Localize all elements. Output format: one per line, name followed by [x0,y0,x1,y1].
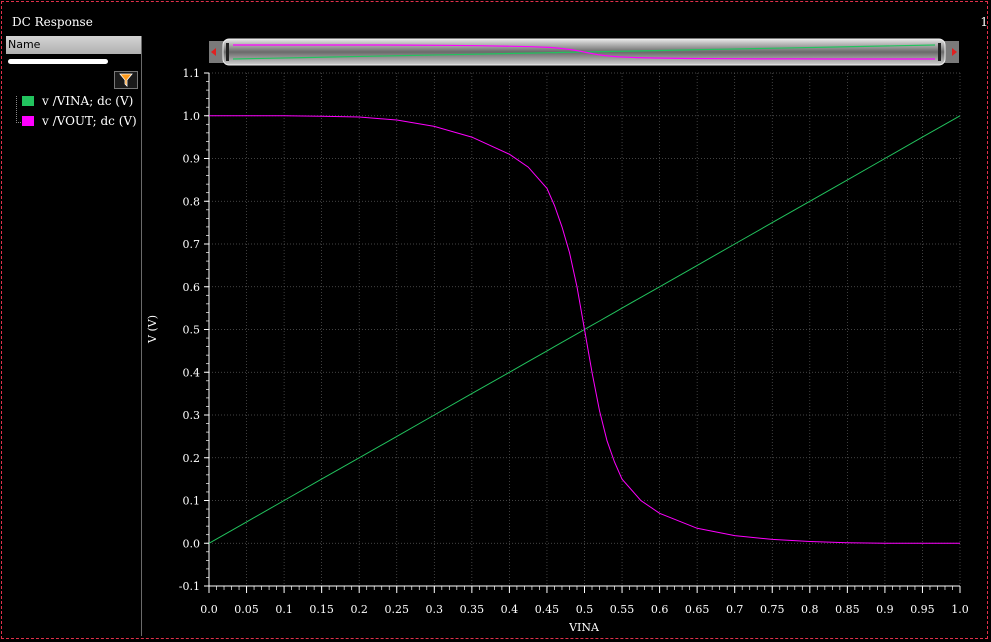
y-tick-label: 1.1 [183,67,201,80]
x-tick-labels: 0.0 0.05 0.1 0.15 0.2 0.25 0.3 0.35 0.4 0.45 0.5 0.… [200,603,969,616]
x-tick-label: 0.9 [876,603,894,616]
x-axis-label: VINA [568,621,600,634]
x-tick-label: 0.45 [535,603,560,616]
x-tick-label: 0.05 [234,603,259,616]
x-tick-label: 0.15 [309,603,334,616]
y-tick-label: -0.1 [179,580,200,593]
y-axis-label: V (V) [146,315,159,344]
x-tick-label: 0.6 [651,603,669,616]
y-tick-label: 0.0 [183,537,201,550]
y-tick-label: 0.7 [183,238,201,251]
x-tick-label: 0.35 [460,603,485,616]
x-tick-label: 0.5 [576,603,594,616]
x-tick-label: 0.7 [726,603,744,616]
x-tick-label: 1.0 [951,603,969,616]
y-tick-label: 0.9 [183,153,201,166]
y-tick-label: 0.4 [183,366,201,379]
y-tick-label: 0.8 [183,195,201,208]
y-tick-label: 0.3 [183,409,201,422]
x-tick-label: 0.85 [835,603,860,616]
axes [204,72,961,593]
y-tick-label: 0.6 [183,281,201,294]
x-tick-label: 0.8 [801,603,819,616]
x-tick-label: 0.95 [910,603,935,616]
y-tick-label: 0.2 [183,452,201,465]
x-tick-label: 0.65 [685,603,710,616]
x-tick-label: 0.1 [275,603,293,616]
series-lines [208,115,961,544]
y-tick-label: 0.5 [183,324,201,337]
x-tick-label: 0.2 [350,603,368,616]
y-tick-labels: -0.1 0.0 0.1 0.2 0.3 0.4 0.5 0.6 0.7 0.8 0.9 1.0 1.1 [179,67,200,593]
x-tick-label: 0.55 [610,603,635,616]
x-tick-label: 0.3 [426,603,444,616]
y-tick-label: 1.0 [183,110,201,123]
x-tick-label: 0.0 [200,603,218,616]
y-tick-label: 0.1 [183,495,201,508]
dc-response-chart[interactable]: 0.0 0.05 0.1 0.15 0.2 0.25 0.3 0.35 0.4 0.45 0.5 0.… [0,0,991,642]
x-tick-label: 0.75 [760,603,785,616]
x-tick-label: 0.25 [385,603,410,616]
x-tick-label: 0.4 [501,603,519,616]
